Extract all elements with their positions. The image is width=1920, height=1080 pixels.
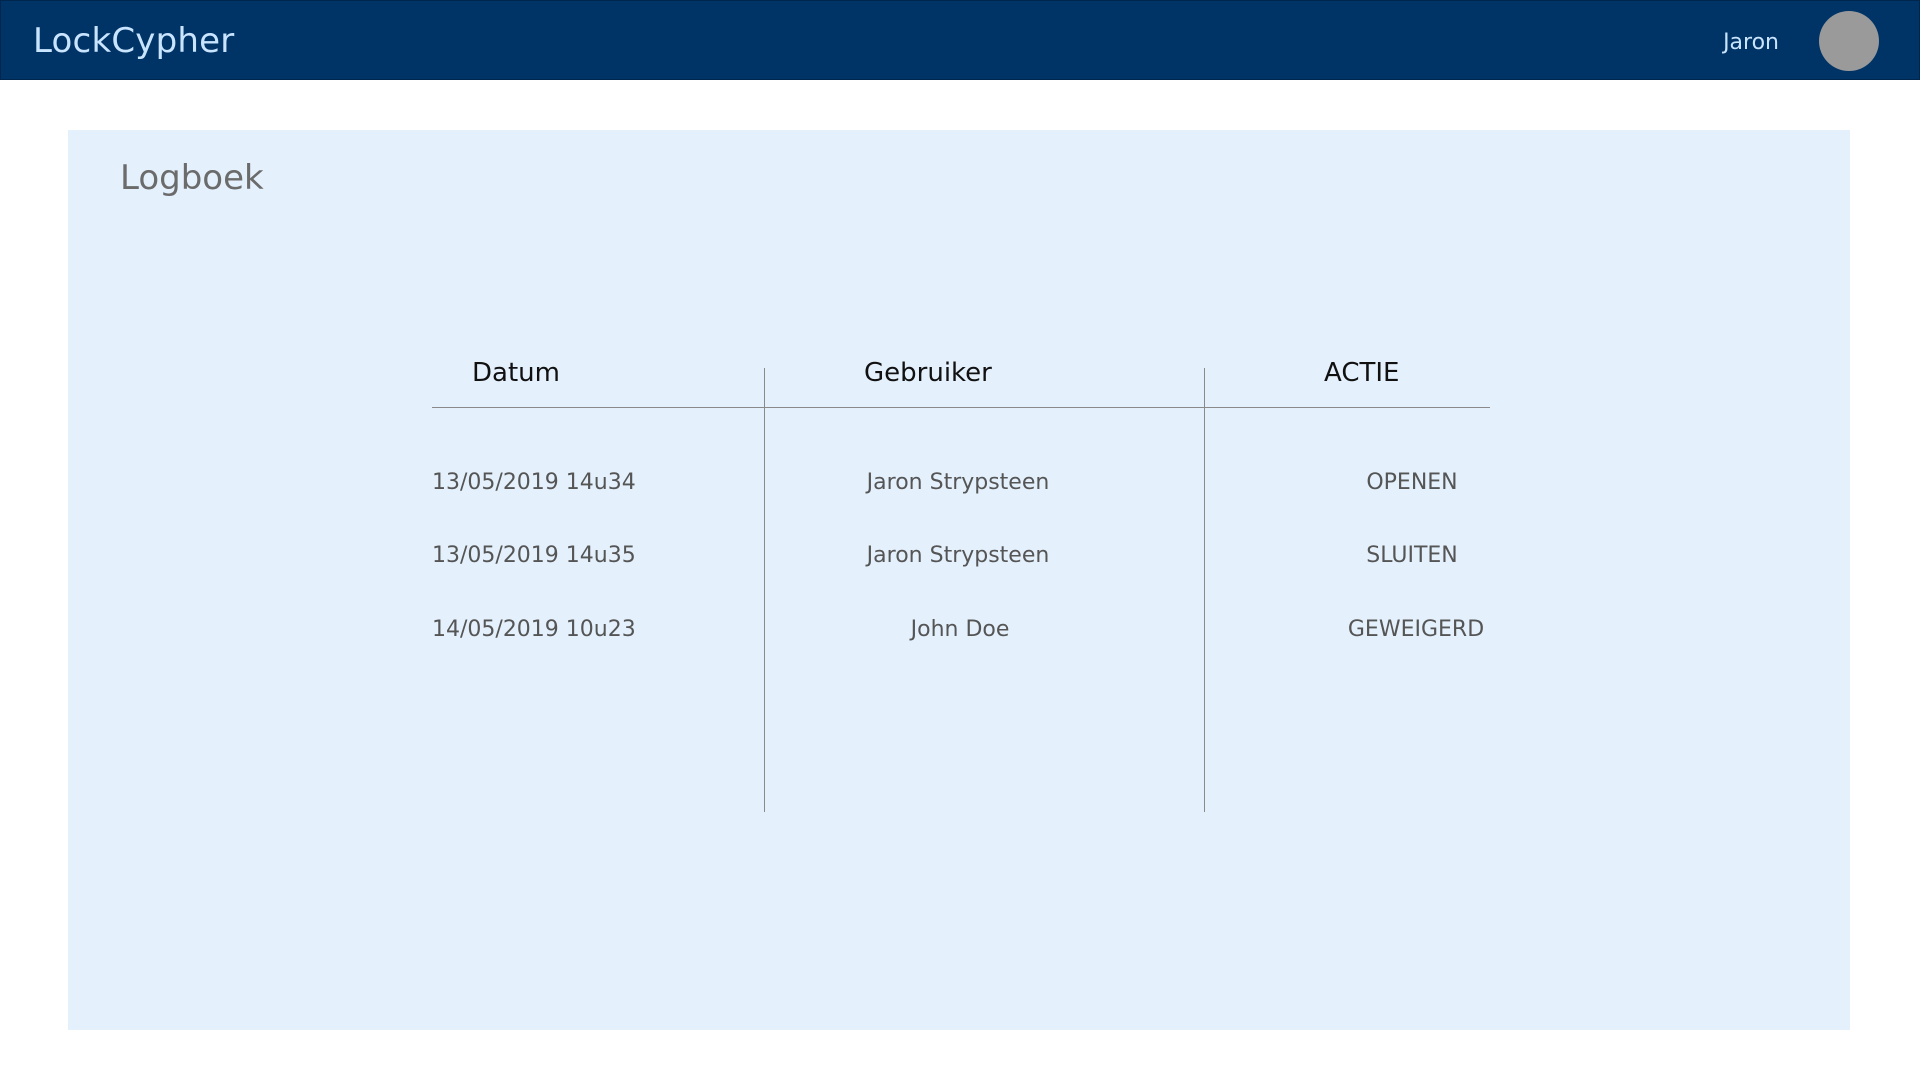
cell-actie: SLUITEN [1366,543,1458,568]
column-divider [1204,368,1205,812]
page-title: Logboek [120,158,264,198]
column-header-datum: Datum [472,358,560,388]
column-divider [764,368,765,812]
cell-datum: 14/05/2019 10u23 [432,617,636,642]
app-logo[interactable]: LockCypher [33,1,234,81]
cell-datum: 13/05/2019 14u34 [432,470,636,495]
column-header-actie: ACTIE [1324,358,1400,388]
cell-actie: GEWEIGERD [1347,617,1485,642]
cell-gebruiker: Jaron Strypsteen [866,543,1050,568]
cell-datum: 13/05/2019 14u35 [432,543,636,568]
top-bar: LockCypher Jaron [0,0,1920,80]
avatar[interactable] [1819,11,1879,71]
log-table: Datum Gebruiker ACTIE 13/05/2019 14u34 J… [432,350,1490,812]
cell-actie: OPENEN [1366,470,1458,495]
log-panel: Logboek Datum Gebruiker ACTIE 13/05/2019… [68,130,1850,1030]
column-header-gebruiker: Gebruiker [864,358,992,388]
user-name[interactable]: Jaron [1723,1,1779,81]
header-divider [432,407,1490,408]
cell-gebruiker: John Doe [910,617,1010,642]
cell-gebruiker: Jaron Strypsteen [866,470,1050,495]
